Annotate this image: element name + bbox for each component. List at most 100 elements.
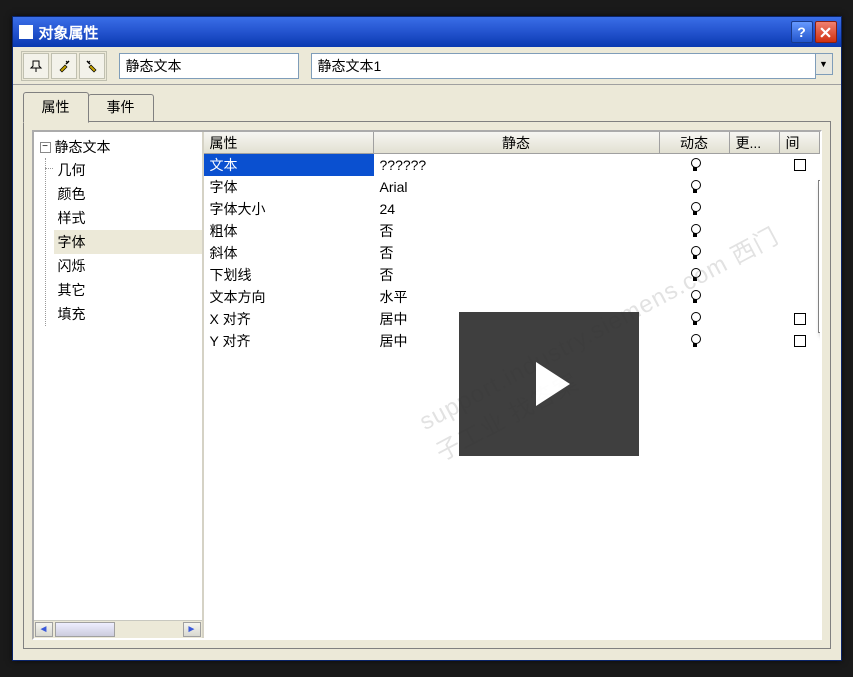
bulb-icon bbox=[688, 202, 702, 216]
cell-update[interactable] bbox=[730, 176, 780, 198]
grid-row[interactable]: 斜体否 bbox=[204, 242, 820, 264]
tree-item-font[interactable]: 字体 bbox=[54, 230, 202, 254]
cell-attr[interactable]: 下划线 bbox=[204, 264, 374, 286]
close-button[interactable] bbox=[815, 21, 837, 43]
cell-indirect[interactable] bbox=[780, 198, 820, 220]
tool-group bbox=[21, 51, 107, 81]
grid-body[interactable]: 文本??????字体Arial字体大小24粗体否斜体否下划线否文本方向水平X 对… bbox=[204, 154, 820, 638]
col-indirect[interactable]: 间 bbox=[780, 132, 820, 153]
tree-body[interactable]: − 静态文本 几何 颜色 样式 字体 闪烁 其它 填充 bbox=[34, 132, 202, 620]
checkbox[interactable] bbox=[794, 335, 806, 347]
col-dynamic[interactable]: 动态 bbox=[660, 132, 730, 153]
video-overlay[interactable] bbox=[459, 312, 639, 456]
cell-dynamic[interactable] bbox=[660, 308, 730, 330]
cell-indirect[interactable] bbox=[780, 308, 820, 330]
cell-attr[interactable]: X 对齐 bbox=[204, 308, 374, 330]
cell-indirect[interactable] bbox=[780, 176, 820, 198]
object-name-dropdown[interactable]: ▼ bbox=[815, 53, 833, 75]
cell-attr[interactable]: 字体 bbox=[204, 176, 374, 198]
cell-update[interactable] bbox=[730, 330, 780, 352]
cell-update[interactable] bbox=[730, 154, 780, 176]
scroll-thumb[interactable] bbox=[55, 622, 115, 637]
cell-attr[interactable]: Y 对齐 bbox=[204, 330, 374, 352]
eyedropper-right-button[interactable] bbox=[51, 53, 77, 79]
app-icon bbox=[19, 25, 33, 39]
window-title: 对象属性 bbox=[39, 22, 791, 43]
cell-static[interactable]: 否 bbox=[374, 264, 660, 286]
cell-update[interactable] bbox=[730, 264, 780, 286]
tree-item-blink[interactable]: 闪烁 bbox=[54, 254, 202, 278]
checkbox[interactable] bbox=[794, 313, 806, 325]
cell-indirect[interactable] bbox=[780, 242, 820, 264]
object-name-field[interactable]: 静态文本1 bbox=[311, 53, 816, 79]
content-panel: − 静态文本 几何 颜色 样式 字体 闪烁 其它 填充 ◄ bbox=[23, 121, 831, 649]
cell-attr[interactable]: 粗体 bbox=[204, 220, 374, 242]
col-update[interactable]: 更... bbox=[730, 132, 780, 153]
scroll-left-button[interactable]: ◄ bbox=[35, 622, 53, 637]
cell-update[interactable] bbox=[730, 220, 780, 242]
cell-dynamic[interactable] bbox=[660, 176, 730, 198]
cell-dynamic[interactable] bbox=[660, 198, 730, 220]
bulb-icon bbox=[688, 268, 702, 282]
cell-update[interactable] bbox=[730, 198, 780, 220]
cell-dynamic[interactable] bbox=[660, 154, 730, 176]
bulb-icon bbox=[688, 224, 702, 238]
checkbox[interactable] bbox=[794, 159, 806, 171]
context-menu: 动态对话框... C 动作... VBS 动作... 变量... 删除 bbox=[818, 180, 820, 333]
grid-row[interactable]: 下划线否 bbox=[204, 264, 820, 286]
grid-row[interactable]: 字体大小24 bbox=[204, 198, 820, 220]
grid-row[interactable]: 文本方向水平 bbox=[204, 286, 820, 308]
cell-indirect[interactable] bbox=[780, 330, 820, 352]
cell-attr[interactable]: 斜体 bbox=[204, 242, 374, 264]
cell-dynamic[interactable] bbox=[660, 264, 730, 286]
tree-item-other[interactable]: 其它 bbox=[54, 278, 202, 302]
tree-root[interactable]: − 静态文本 bbox=[40, 136, 202, 158]
tree-item-fill[interactable]: 填充 bbox=[54, 302, 202, 326]
tab-properties[interactable]: 属性 bbox=[23, 92, 89, 123]
cell-static[interactable]: 否 bbox=[374, 242, 660, 264]
cell-indirect[interactable] bbox=[780, 220, 820, 242]
object-type-field[interactable]: 静态文本 bbox=[119, 53, 299, 79]
category-tree: − 静态文本 几何 颜色 样式 字体 闪烁 其它 填充 ◄ bbox=[34, 132, 204, 638]
tree-item-color[interactable]: 颜色 bbox=[54, 182, 202, 206]
bulb-icon bbox=[688, 290, 702, 304]
cell-indirect[interactable] bbox=[780, 264, 820, 286]
eyedropper-left-button[interactable] bbox=[79, 53, 105, 79]
grid-header: 属性 静态 动态 更... 间 bbox=[204, 132, 820, 154]
pin-button[interactable] bbox=[23, 53, 49, 79]
grid-row[interactable]: 粗体否 bbox=[204, 220, 820, 242]
help-button[interactable]: ? bbox=[791, 21, 813, 43]
cell-indirect[interactable] bbox=[780, 154, 820, 176]
cell-update[interactable] bbox=[730, 308, 780, 330]
col-attribute[interactable]: 属性 bbox=[204, 132, 374, 153]
property-grid: 属性 静态 动态 更... 间 文本??????字体Arial字体大小24粗体否… bbox=[204, 132, 820, 638]
titlebar[interactable]: 对象属性 ? bbox=[13, 17, 841, 47]
grid-row[interactable]: 文本?????? bbox=[204, 154, 820, 176]
tree-item-style[interactable]: 样式 bbox=[54, 206, 202, 230]
grid-row[interactable]: 字体Arial bbox=[204, 176, 820, 198]
cell-update[interactable] bbox=[730, 242, 780, 264]
cell-dynamic[interactable] bbox=[660, 286, 730, 308]
bulb-icon bbox=[688, 158, 702, 172]
cell-attr[interactable]: 文本方向 bbox=[204, 286, 374, 308]
tree-hscroll[interactable]: ◄ ► bbox=[34, 620, 202, 638]
tab-bar: 属性 事件 bbox=[13, 85, 841, 122]
cell-attr[interactable]: 字体大小 bbox=[204, 198, 374, 220]
cell-static[interactable]: 24 bbox=[374, 198, 660, 220]
cell-dynamic[interactable] bbox=[660, 242, 730, 264]
scroll-right-button[interactable]: ► bbox=[183, 622, 201, 637]
cell-static[interactable]: 否 bbox=[374, 220, 660, 242]
cell-dynamic[interactable] bbox=[660, 220, 730, 242]
cell-static[interactable]: 水平 bbox=[374, 286, 660, 308]
cell-static[interactable]: Arial bbox=[374, 176, 660, 198]
collapse-icon[interactable]: − bbox=[40, 142, 51, 153]
toolbar: 静态文本 静态文本1 ▼ bbox=[13, 47, 841, 85]
cell-update[interactable] bbox=[730, 286, 780, 308]
cell-indirect[interactable] bbox=[780, 286, 820, 308]
tree-item-geometry[interactable]: 几何 bbox=[54, 158, 202, 182]
cell-static[interactable]: ?????? bbox=[374, 154, 660, 176]
cell-attr[interactable]: 文本 bbox=[204, 154, 374, 176]
col-static[interactable]: 静态 bbox=[374, 132, 660, 153]
cell-dynamic[interactable] bbox=[660, 330, 730, 352]
play-icon bbox=[536, 362, 570, 406]
